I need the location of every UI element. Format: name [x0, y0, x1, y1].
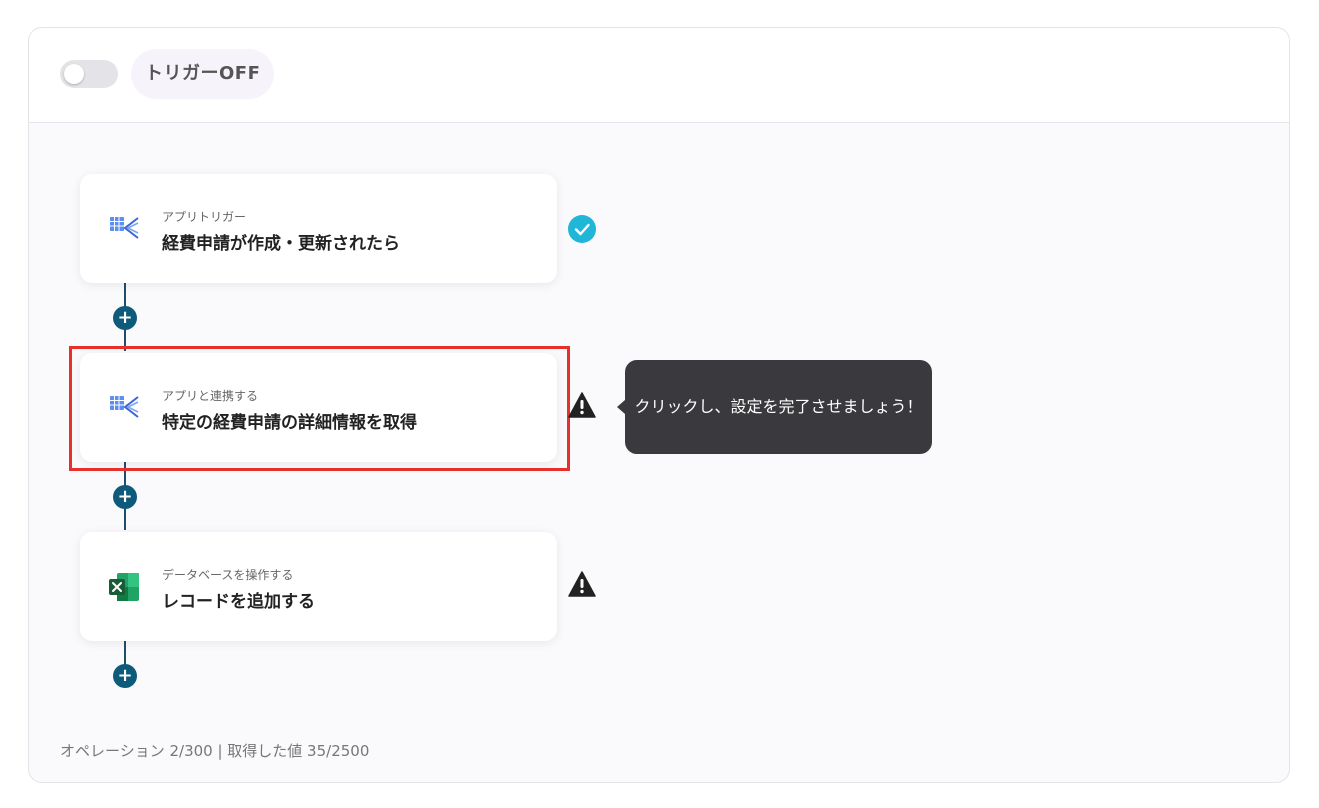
trigger-toggle[interactable] [60, 60, 118, 88]
warning-icon [568, 392, 596, 418]
step-title: レコードを追加する [162, 592, 315, 612]
step-category: データベースを操作する [162, 568, 294, 582]
step-category: アプリトリガー [162, 210, 247, 224]
connector-line [124, 641, 126, 666]
trigger-status-label: トリガーOFF [131, 49, 275, 99]
usage-summary: オペレーション 2/300 | 取得した値 35/2500 [60, 742, 370, 760]
toggle-knob [64, 64, 84, 84]
step-card-add-record[interactable]: データベースを操作する レコードを追加する [80, 532, 557, 641]
add-step-button[interactable]: + [113, 485, 137, 509]
setup-hint-tooltip: クリックし、設定を完了させましょう！ [617, 360, 932, 454]
step-title: 経費申請が作成・更新されたら [162, 234, 400, 254]
flow-panel: トリガーOFF + + + アプリトリガー 経費申請が作成・更新されたら アプリ… [28, 27, 1290, 783]
step-category: アプリと連携する [162, 389, 259, 403]
add-step-button[interactable]: + [113, 306, 137, 330]
excel-icon [109, 573, 139, 601]
add-step-button[interactable]: + [113, 664, 137, 688]
step-title: 特定の経費申請の詳細情報を取得 [162, 413, 417, 433]
step-card-get-expense-detail[interactable]: アプリと連携する 特定の経費申請の詳細情報を取得 [80, 353, 557, 462]
step-card-trigger[interactable]: アプリトリガー 経費申請が作成・更新されたら [80, 174, 557, 283]
flow-header: トリガーOFF [29, 28, 1289, 123]
complete-check-icon [568, 215, 596, 243]
expense-app-icon [110, 217, 139, 239]
expense-app-icon [110, 396, 139, 418]
warning-icon [568, 571, 596, 597]
